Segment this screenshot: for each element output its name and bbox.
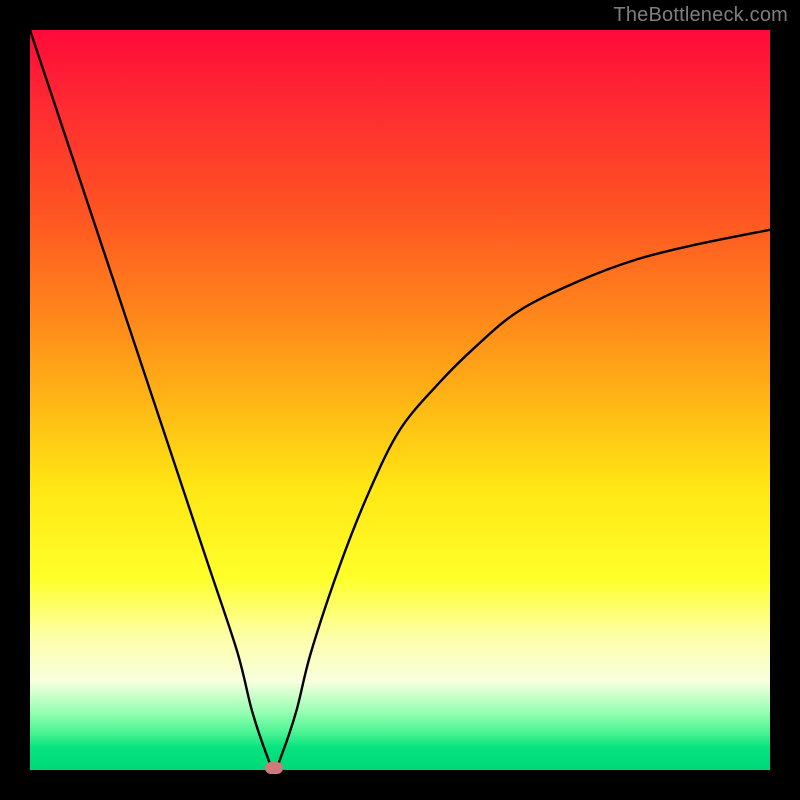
chart-stage: TheBottleneck.com — [0, 0, 800, 800]
watermark-text: TheBottleneck.com — [613, 4, 788, 27]
bottleneck-curve — [30, 30, 770, 770]
optimal-marker — [265, 762, 283, 774]
curve-path — [30, 30, 770, 770]
plot-area — [30, 30, 770, 770]
